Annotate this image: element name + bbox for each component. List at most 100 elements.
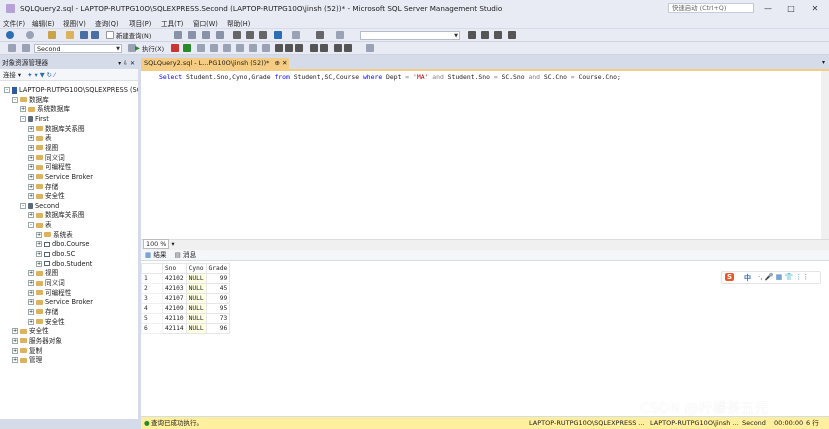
row-number[interactable]: 6 xyxy=(141,323,163,334)
table-row[interactable]: 6 42114 NULL 96 xyxy=(141,323,231,334)
table-row[interactable]: 4 42109 NULL 95 xyxy=(141,303,231,314)
collapse-icon[interactable]: - xyxy=(20,115,26,122)
menu-edit[interactable]: 编辑(E) xyxy=(32,18,55,28)
tree-node[interactable]: + Service Broker xyxy=(0,298,93,307)
grid-cell[interactable]: NULL xyxy=(185,313,207,324)
tab-results[interactable]: 结果 xyxy=(153,251,166,259)
tree-node[interactable]: + 安全性 xyxy=(0,327,49,336)
query-designer-icon[interactable] xyxy=(210,44,218,52)
expand-icon[interactable]: + xyxy=(12,347,18,354)
cut-icon[interactable] xyxy=(233,31,241,39)
expand-icon[interactable]: + xyxy=(28,308,34,315)
column-header[interactable]: Cyno xyxy=(185,263,207,274)
tree-node[interactable]: + 视图 xyxy=(0,144,58,153)
ime-lang[interactable]: 中 xyxy=(744,273,751,283)
grid-cell[interactable]: NULL xyxy=(185,323,207,334)
tree-node[interactable]: + 数据库关系图 xyxy=(0,125,85,134)
tree-node[interactable]: + 系统数据库 xyxy=(0,105,70,114)
expand-icon[interactable]: + xyxy=(36,231,42,238)
include-plan-icon[interactable] xyxy=(236,44,244,52)
new-project-icon[interactable] xyxy=(48,31,56,39)
menu-project[interactable]: 项目(P) xyxy=(129,18,151,28)
grid-cell[interactable]: 42102 xyxy=(162,273,187,284)
expand-icon[interactable]: + xyxy=(28,193,34,200)
tree-node[interactable]: + 可编程性 xyxy=(0,163,71,172)
tab-messages[interactable]: 消息 xyxy=(183,251,196,259)
solution-icon[interactable] xyxy=(316,31,324,39)
grid-cell[interactable]: 73 xyxy=(205,313,231,324)
column-header[interactable]: Sno xyxy=(162,263,187,274)
expand-icon[interactable]: + xyxy=(28,270,34,277)
tab-pin-close-icons[interactable]: ⊕ ✕ xyxy=(274,59,287,67)
tree-node[interactable]: + 表 xyxy=(0,134,52,143)
row-number[interactable]: 2 xyxy=(141,283,163,294)
uncomment-icon[interactable] xyxy=(320,44,328,52)
grid-cell[interactable]: 42109 xyxy=(162,303,187,314)
grid-cell[interactable]: 42114 xyxy=(162,323,187,334)
xmla-icon[interactable] xyxy=(216,31,224,39)
undo-icon[interactable] xyxy=(274,31,282,39)
query-editor[interactable]: Select Student.Sno,Cyno,Grade from Stude… xyxy=(141,69,829,241)
new-query-icon[interactable] xyxy=(106,31,114,39)
mdx-icon[interactable] xyxy=(202,31,210,39)
close-button[interactable]: ✕ xyxy=(807,3,823,14)
expand-icon[interactable]: + xyxy=(36,241,42,248)
tree-node[interactable]: + Service Broker xyxy=(0,173,93,182)
template-params-icon[interactable] xyxy=(366,44,374,52)
query-db-icon[interactable] xyxy=(174,31,182,39)
tree-node[interactable]: + 管理 xyxy=(0,356,42,365)
tree-node[interactable]: + 视图 xyxy=(0,269,58,278)
save-all-icon[interactable] xyxy=(91,31,99,39)
grid-cell[interactable]: 96 xyxy=(205,323,231,334)
find-icon[interactable] xyxy=(336,31,344,39)
open-file-icon[interactable] xyxy=(66,31,74,39)
menu-view[interactable]: 视图(V) xyxy=(63,18,86,28)
tree-node[interactable]: + 安全性 xyxy=(0,318,65,327)
database-select[interactable]: Second ▼ xyxy=(34,44,122,53)
indent-icon[interactable] xyxy=(344,44,352,52)
table-row[interactable]: 1 42102 NULL 99 xyxy=(141,273,231,284)
menu-file[interactable]: 文件(F) xyxy=(3,18,25,28)
tree-node[interactable]: -表 xyxy=(0,221,52,230)
menu-window[interactable]: 窗口(W) xyxy=(193,18,218,28)
expand-icon[interactable]: + xyxy=(28,144,34,151)
properties-icon[interactable] xyxy=(468,31,476,39)
expand-icon[interactable]: + xyxy=(28,125,34,132)
row-number[interactable]: 4 xyxy=(141,303,163,314)
parse-icon[interactable] xyxy=(183,44,191,52)
expand-icon[interactable]: + xyxy=(28,289,34,296)
chevron-down-icon[interactable]: ▾ xyxy=(171,240,174,248)
row-number[interactable]: 5 xyxy=(141,313,163,324)
expand-icon[interactable]: + xyxy=(28,318,34,325)
tab-overflow-icon[interactable]: ▾ xyxy=(822,59,825,66)
tree-node[interactable]: + dbo.SC xyxy=(0,250,75,259)
redo-icon[interactable] xyxy=(292,31,300,39)
grid-cell[interactable]: 42103 xyxy=(162,283,187,294)
display-plan-icon[interactable] xyxy=(197,44,205,52)
tree-node[interactable]: + 可编程性 xyxy=(0,289,71,298)
quick-launch-input[interactable]: 快速启动 (Ctrl+Q) xyxy=(668,3,754,13)
live-stats-icon[interactable] xyxy=(249,44,257,52)
expand-icon[interactable]: + xyxy=(28,212,34,219)
tree-node[interactable]: - LAPTOP-RUTPG10O\SQLEXPRESS (SQL xyxy=(0,86,146,95)
client-stats-icon[interactable] xyxy=(262,44,270,52)
find-combo[interactable]: ▼ xyxy=(360,31,460,40)
ime-tools-icon[interactable]: ·, 🎤 ▦ 👕 ⋮⋮ xyxy=(758,273,809,281)
outdent-icon[interactable] xyxy=(334,44,342,52)
tree-node[interactable]: + 安全性 xyxy=(0,192,65,201)
tree-node[interactable]: + 服务器对象 xyxy=(0,337,62,346)
table-row[interactable]: 2 42103 NULL 45 xyxy=(141,283,231,294)
filter-icon[interactable]: ✦ ▾ ▼ ↻ ⁄ xyxy=(27,71,55,79)
copy-icon[interactable] xyxy=(246,31,254,39)
grid-cell[interactable]: 42107 xyxy=(162,293,187,304)
tree-node[interactable]: + 复制 xyxy=(0,347,42,356)
table-row[interactable]: 5 42110 NULL 73 xyxy=(141,313,231,324)
tree-node[interactable]: + 同义词 xyxy=(0,279,65,288)
table-row[interactable]: 3 42107 NULL 99 xyxy=(141,293,231,304)
expand-icon[interactable]: + xyxy=(28,280,34,286)
comment-icon[interactable] xyxy=(310,44,318,52)
connect-icon[interactable] xyxy=(8,44,16,52)
back-icon[interactable] xyxy=(6,31,14,39)
tree-node[interactable]: - 数据库 xyxy=(0,96,49,105)
tree-node[interactable]: + 系统表 xyxy=(0,231,73,240)
